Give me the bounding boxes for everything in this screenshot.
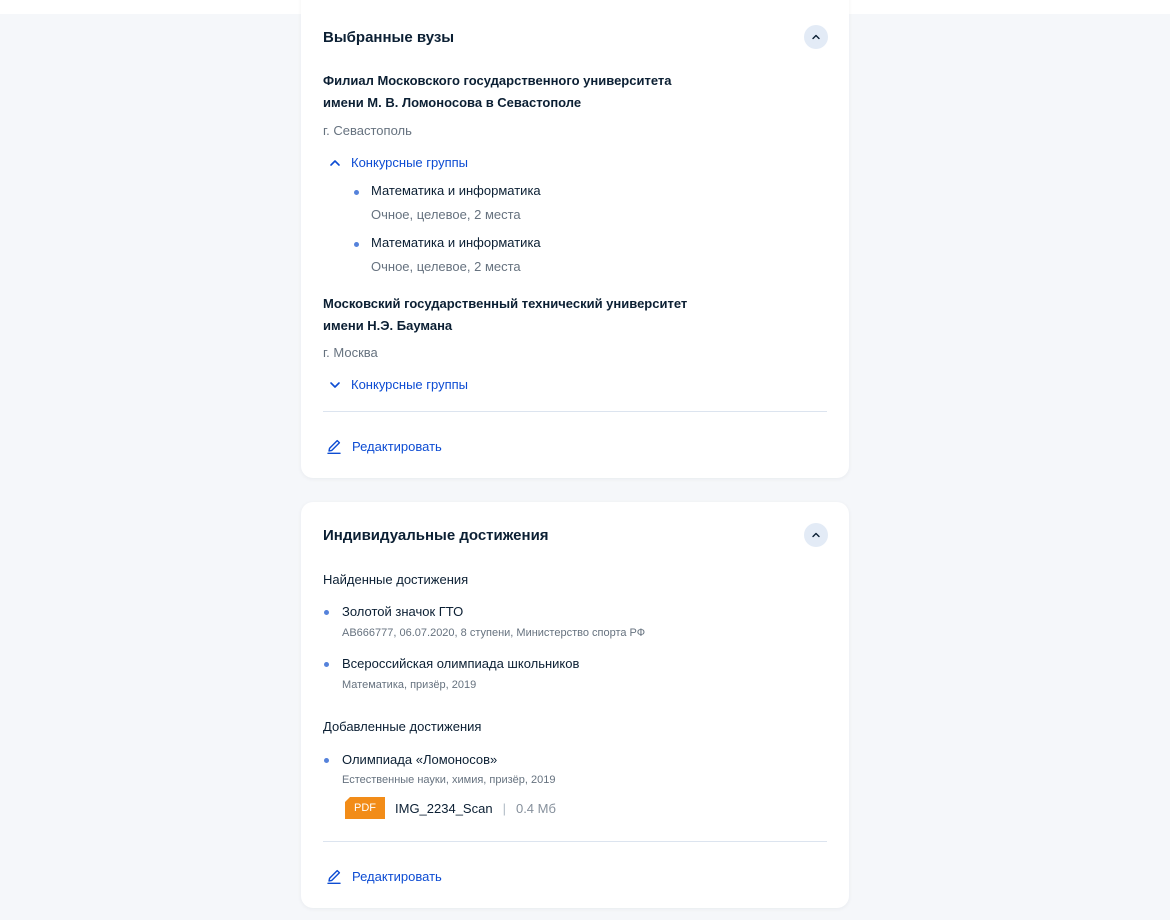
- edit-achievements-button[interactable]: Редактировать: [325, 867, 442, 885]
- competition-groups-toggle[interactable]: Конкурсные группы: [329, 377, 468, 392]
- achievement-title: Золотой значок ГТО: [342, 604, 464, 619]
- attached-file[interactable]: PDF IMG_2234_Scan | 0.4 Мб: [345, 797, 556, 819]
- collapse-card-button[interactable]: [804, 523, 828, 547]
- group-title: Математика и информатика: [371, 183, 541, 198]
- achievement-title: Всероссийская олимпиада школьников: [342, 656, 580, 671]
- pdf-file-icon: PDF: [345, 797, 385, 819]
- file-name[interactable]: IMG_2234_Scan: [395, 801, 493, 816]
- found-achievements-heading: Найденные достижения: [323, 572, 469, 587]
- university-name-line: имени М. В. Ломоносова в Севастополе: [323, 95, 582, 110]
- university-name: Филиал Московского государственного унив…: [323, 70, 783, 114]
- university-name-line: Филиал Московского государственного унив…: [323, 73, 672, 88]
- collapse-card-button[interactable]: [804, 25, 828, 49]
- university-name-line: имени Н.Э. Баумана: [323, 318, 453, 333]
- list-bullet: [324, 610, 329, 615]
- achievement-title: Олимпиада «Ломоносов»: [342, 752, 498, 767]
- divider: [323, 411, 827, 412]
- edit-label[interactable]: Редактировать: [352, 869, 442, 884]
- university-city: г. Севастополь: [323, 123, 412, 138]
- achievement-details: АВ666777, 06.07.2020, 8 ступени, Министе…: [342, 627, 646, 639]
- group-details: Очное, целевое, 2 места: [371, 207, 521, 222]
- card-title: Выбранные вузы: [323, 29, 455, 46]
- card-title: Индивидуальные достижения: [323, 527, 549, 544]
- university-city: г. Москва: [323, 345, 378, 360]
- group-title: Математика и информатика: [371, 235, 541, 250]
- group-details: Очное, целевое, 2 места: [371, 259, 521, 274]
- edit-universities-button[interactable]: Редактировать: [325, 437, 442, 455]
- chevron-up-icon: [330, 159, 340, 166]
- pencil-icon: [327, 439, 341, 454]
- competition-groups-link[interactable]: Конкурсные группы: [351, 377, 468, 392]
- university-name-line: Московский государственный технический у…: [323, 296, 688, 311]
- individual-achievements-card: Индивидуальные достижения Найденные дост…: [301, 502, 849, 908]
- selected-universities-card: Выбранные вузы Филиал Московского госуда…: [301, 0, 849, 478]
- competition-groups-link[interactable]: Конкурсные группы: [351, 155, 468, 170]
- edit-label[interactable]: Редактировать: [352, 439, 442, 454]
- list-bullet: [354, 242, 359, 247]
- university-name: Московский государственный технический у…: [323, 293, 783, 337]
- chevron-up-icon: [812, 532, 820, 538]
- file-size: 0.4 Мб: [515, 800, 556, 816]
- list-bullet: [324, 758, 329, 763]
- achievement-details: Математика, призёр, 2019: [342, 679, 477, 691]
- achievement-details: Естественные науки, химия, призёр, 2019: [342, 774, 556, 786]
- divider: [323, 841, 827, 842]
- pencil-icon: [327, 869, 341, 884]
- list-bullet: [324, 662, 329, 667]
- list-bullet: [354, 190, 359, 195]
- added-achievements-heading: Добавленные достижения: [323, 719, 482, 734]
- competition-groups-toggle[interactable]: Конкурсные группы: [329, 155, 468, 170]
- file-separator: |: [502, 800, 506, 816]
- chevron-down-icon: [330, 381, 340, 388]
- chevron-up-icon: [812, 34, 820, 40]
